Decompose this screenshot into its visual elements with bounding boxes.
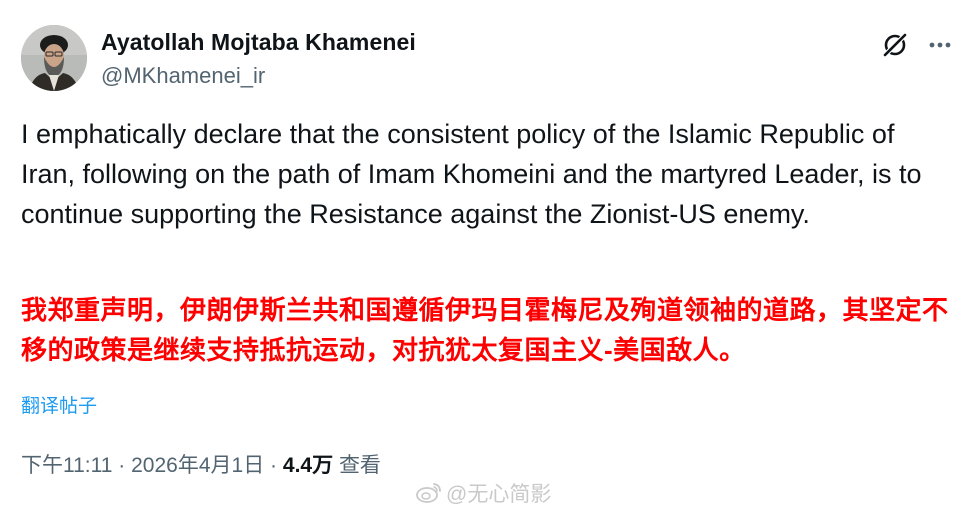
avatar[interactable]: [21, 25, 87, 91]
weibo-icon: [416, 481, 442, 509]
tweet-card: Ayatollah Mojtaba Khamenei @MKhamenei_ir…: [0, 0, 975, 513]
grok-icon[interactable]: [880, 30, 910, 60]
tweet-date[interactable]: 2026年4月1日: [131, 454, 264, 477]
tweet-time[interactable]: 下午11:11: [21, 454, 112, 477]
tweet-text: I emphatically declare that the consiste…: [21, 119, 922, 229]
author-handle[interactable]: @MKhamenei_ir: [101, 63, 265, 89]
meta-separator: ·: [270, 454, 278, 477]
tweet-meta: 下午11:11 · 2026年4月1日 · 4.4万 查看: [21, 449, 381, 479]
translate-post-link[interactable]: 翻译帖子: [21, 391, 97, 418]
avatar-image: [21, 25, 87, 91]
watermark-text: @无心简影: [446, 483, 552, 506]
meta-separator: ·: [118, 454, 126, 477]
author-name[interactable]: Ayatollah Mojtaba Khamenei: [101, 29, 416, 56]
tweet-translation-overlay: 我郑重声明，伊朗伊斯兰共和国遵循伊玛目霍梅尼及殉道领袖的道路，其坚定不移的政策是…: [21, 295, 949, 365]
views-label: 查看: [338, 454, 381, 477]
more-dots-icon[interactable]: [927, 32, 953, 58]
views-count: 4.4万: [282, 454, 334, 477]
watermark: @无心简影: [416, 478, 551, 509]
